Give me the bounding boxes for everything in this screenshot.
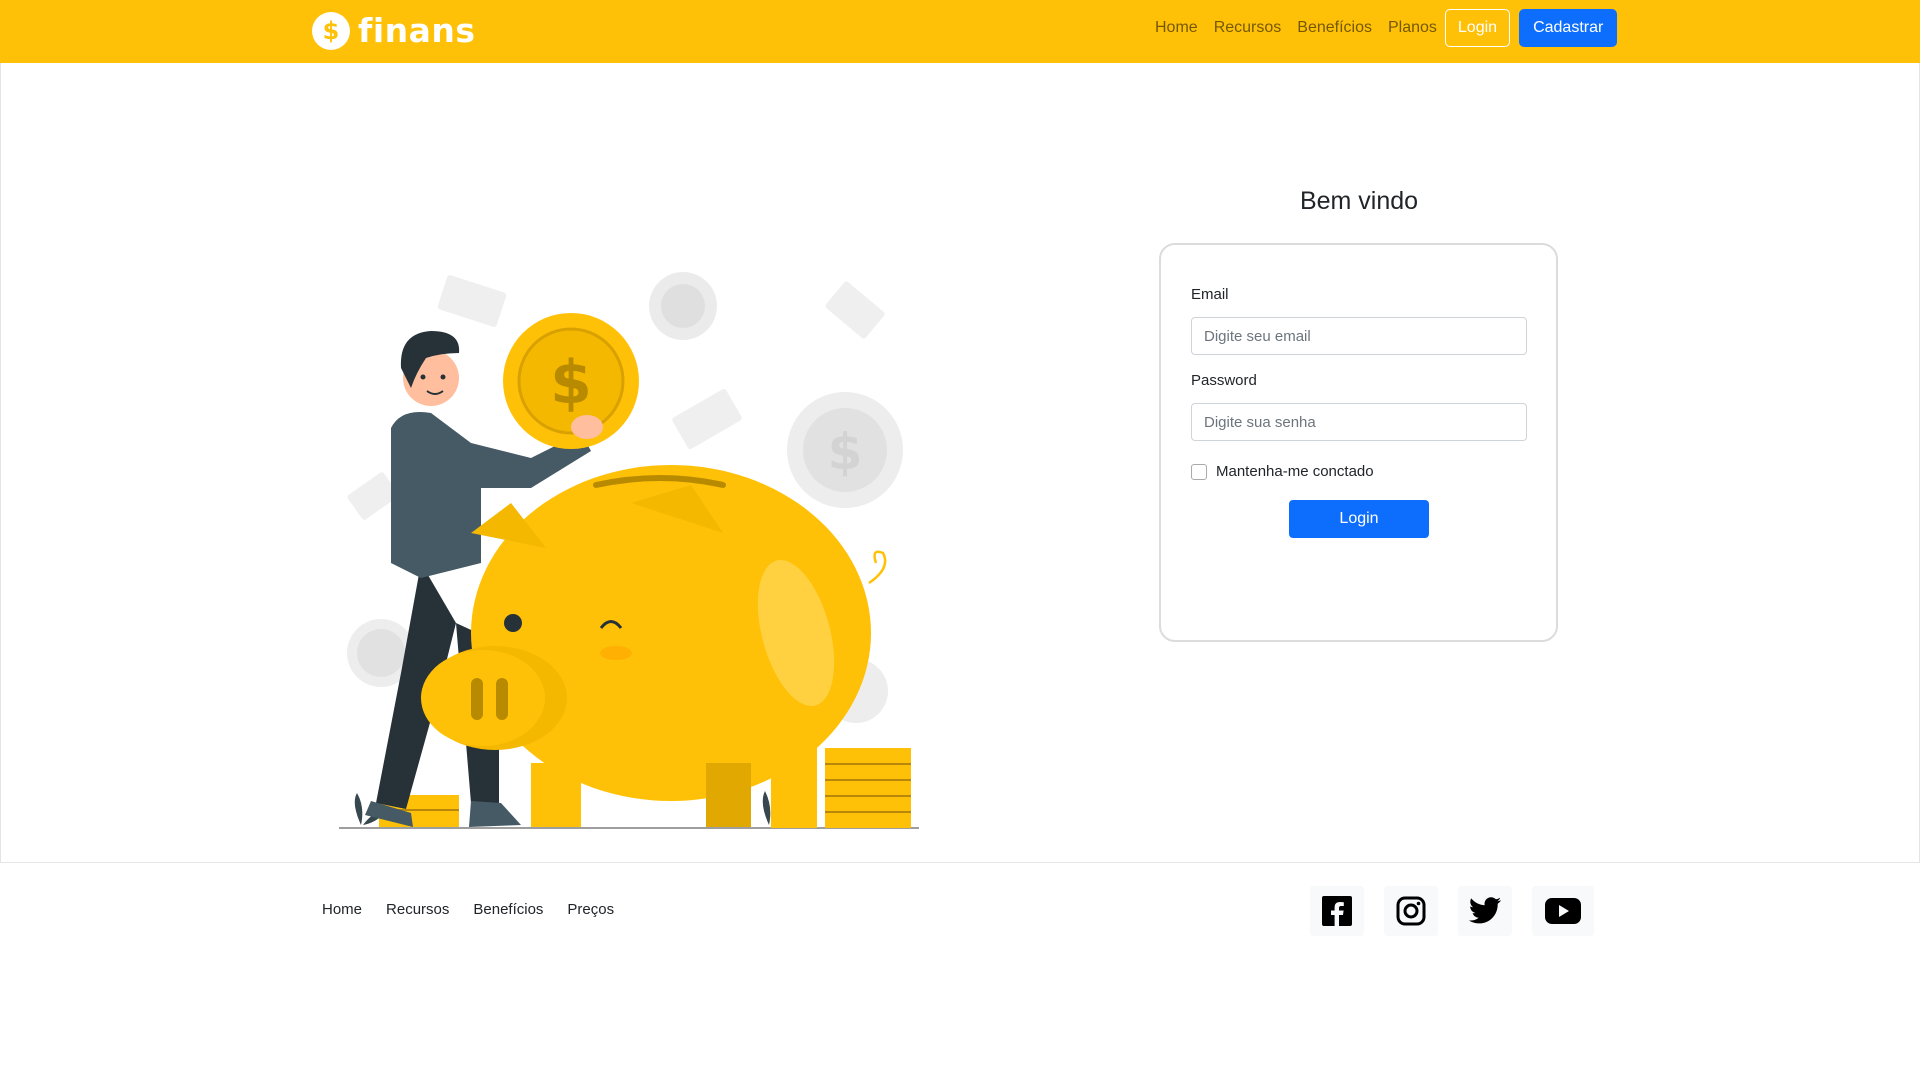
instagram-icon <box>1396 896 1426 926</box>
main-content: $ $ Bem vindo Email Digite seu email Pas… <box>0 63 1920 863</box>
instagram-link[interactable] <box>1384 886 1438 936</box>
twitter-link[interactable] <box>1458 886 1512 936</box>
brand-name: finans <box>358 11 476 50</box>
facebook-link[interactable] <box>1310 886 1364 936</box>
social-links <box>1310 886 1614 936</box>
nav-recursos[interactable]: Recursos <box>1214 8 1282 48</box>
footer-link-beneficios[interactable]: Benefícios <box>473 901 543 918</box>
facebook-icon <box>1322 896 1352 926</box>
nav-beneficios[interactable]: Benefícios <box>1297 8 1372 48</box>
password-label: Password <box>1191 372 1257 389</box>
navbar: $ finans Home Recursos Benefícios Planos… <box>0 0 1920 63</box>
twitter-icon <box>1469 897 1501 924</box>
login-form: Email Password Mantenha-me conctado Logi… <box>1159 243 1558 642</box>
youtube-link[interactable] <box>1532 886 1594 936</box>
signup-button[interactable]: Cadastrar <box>1519 9 1618 47</box>
login-submit-button[interactable]: Login <box>1289 500 1429 538</box>
svg-text:$: $ <box>550 348 592 418</box>
welcome-title: Bem vindo <box>1299 187 1419 215</box>
brand[interactable]: $ finans <box>312 12 476 50</box>
main-nav: Home Recursos Benefícios Planos Login Ca… <box>1155 8 1618 48</box>
footer-nav: Home Recursos Benefícios Preços <box>322 901 614 918</box>
header-login-button[interactable]: Login <box>1444 9 1511 47</box>
youtube-icon <box>1545 898 1581 924</box>
remember-label[interactable]: Mantenha-me conctado <box>1216 463 1374 480</box>
nav-home[interactable]: Home <box>1155 8 1198 48</box>
svg-text:$: $ <box>828 423 863 481</box>
nav-planos[interactable]: Planos <box>1388 8 1437 48</box>
footer-link-home[interactable]: Home <box>322 901 362 918</box>
footer: Home Recursos Benefícios Preços <box>0 864 1920 1080</box>
footer-link-recursos[interactable]: Recursos <box>386 901 449 918</box>
remember-checkbox[interactable] <box>1191 463 1207 480</box>
remember-me: Mantenha-me conctado <box>1191 463 1374 480</box>
piggy-bank-illustration: $ $ <box>339 272 919 829</box>
password-field[interactable] <box>1191 403 1527 441</box>
email-label: Email <box>1191 286 1229 303</box>
email-field[interactable] <box>1191 317 1527 355</box>
footer-link-precos[interactable]: Preços <box>567 901 614 918</box>
svg-text:$: $ <box>323 17 340 45</box>
dollar-coin-icon: $ <box>312 12 350 50</box>
